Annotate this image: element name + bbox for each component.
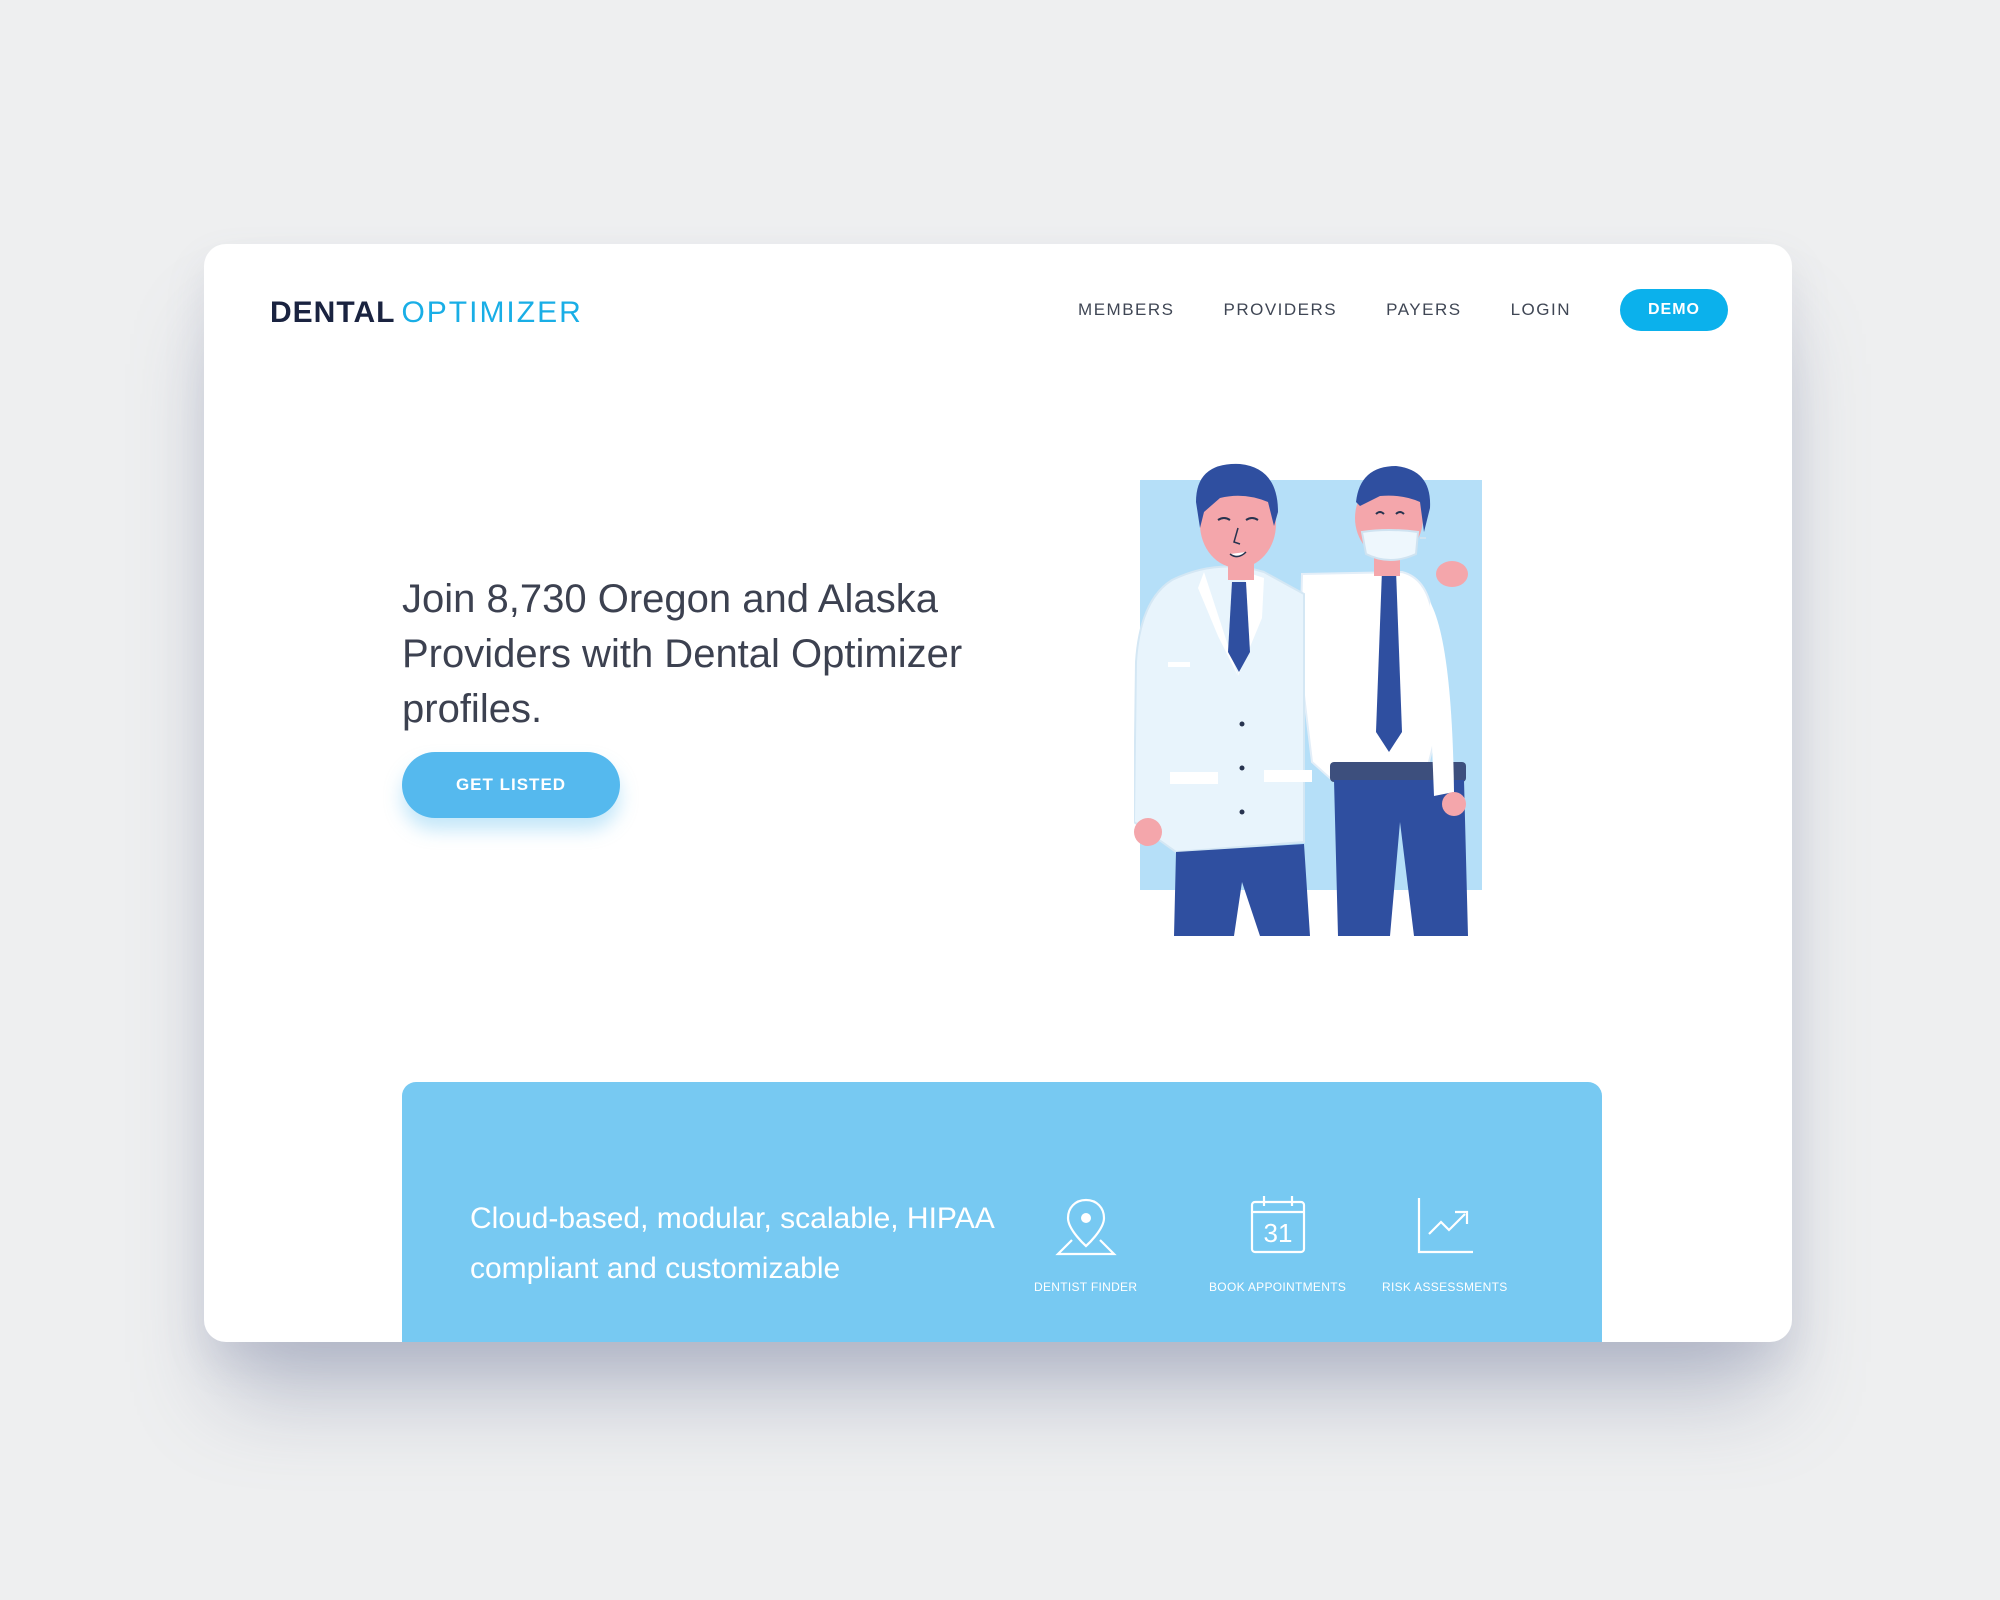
location-pin-icon bbox=[1055, 1198, 1117, 1256]
feature-title: Cloud-based, modular, scalable, HIPAA co… bbox=[470, 1202, 994, 1285]
brand-logo-part2: OPTIMIZER bbox=[401, 296, 583, 329]
trend-chart-icon bbox=[1417, 1198, 1473, 1254]
feature-book-appointments[interactable]: 31 BOOK APPOINTMENTS bbox=[1209, 1194, 1346, 1294]
nav-item-members[interactable]: MEMBERS bbox=[1078, 300, 1174, 320]
main-nav: MEMBERS PROVIDERS PAYERS LOGIN DEMO bbox=[1078, 289, 1728, 331]
nav-item-payers[interactable]: PAYERS bbox=[1386, 300, 1461, 320]
brand-logo[interactable]: DENTAL OPTIMIZER bbox=[270, 296, 583, 330]
feature-panel: Cloud-based, modular, scalable, HIPAA co… bbox=[402, 1082, 1602, 1342]
feature-label-book-appointments: BOOK APPOINTMENTS bbox=[1209, 1280, 1347, 1294]
dentists-illustration bbox=[1134, 463, 1482, 936]
get-listed-button[interactable]: GET LISTED bbox=[402, 752, 620, 818]
nav-item-providers[interactable]: PROVIDERS bbox=[1224, 300, 1338, 320]
demo-button[interactable]: DEMO bbox=[1620, 289, 1728, 331]
brand-logo-part1: DENTAL bbox=[270, 296, 396, 329]
nav-item-login[interactable]: LOGIN bbox=[1511, 300, 1571, 320]
calendar-day: 31 bbox=[1263, 1218, 1292, 1248]
feature-label-risk-assessments: RISK ASSESSMENTS bbox=[1382, 1280, 1508, 1294]
calendar-icon: 31 bbox=[1250, 1196, 1305, 1254]
hero-headline: Join 8,730 Oregon and Alaska Providers w… bbox=[402, 577, 963, 731]
feature-dentist-finder[interactable]: DENTIST FINDER bbox=[1034, 1194, 1137, 1294]
browser-window: DENTAL OPTIMIZER MEMBERS PROVIDERS PAYER… bbox=[204, 244, 1792, 1342]
feature-risk-assessments[interactable]: RISK ASSESSMENTS bbox=[1382, 1194, 1508, 1294]
feature-label-dentist-finder: DENTIST FINDER bbox=[1034, 1280, 1138, 1294]
